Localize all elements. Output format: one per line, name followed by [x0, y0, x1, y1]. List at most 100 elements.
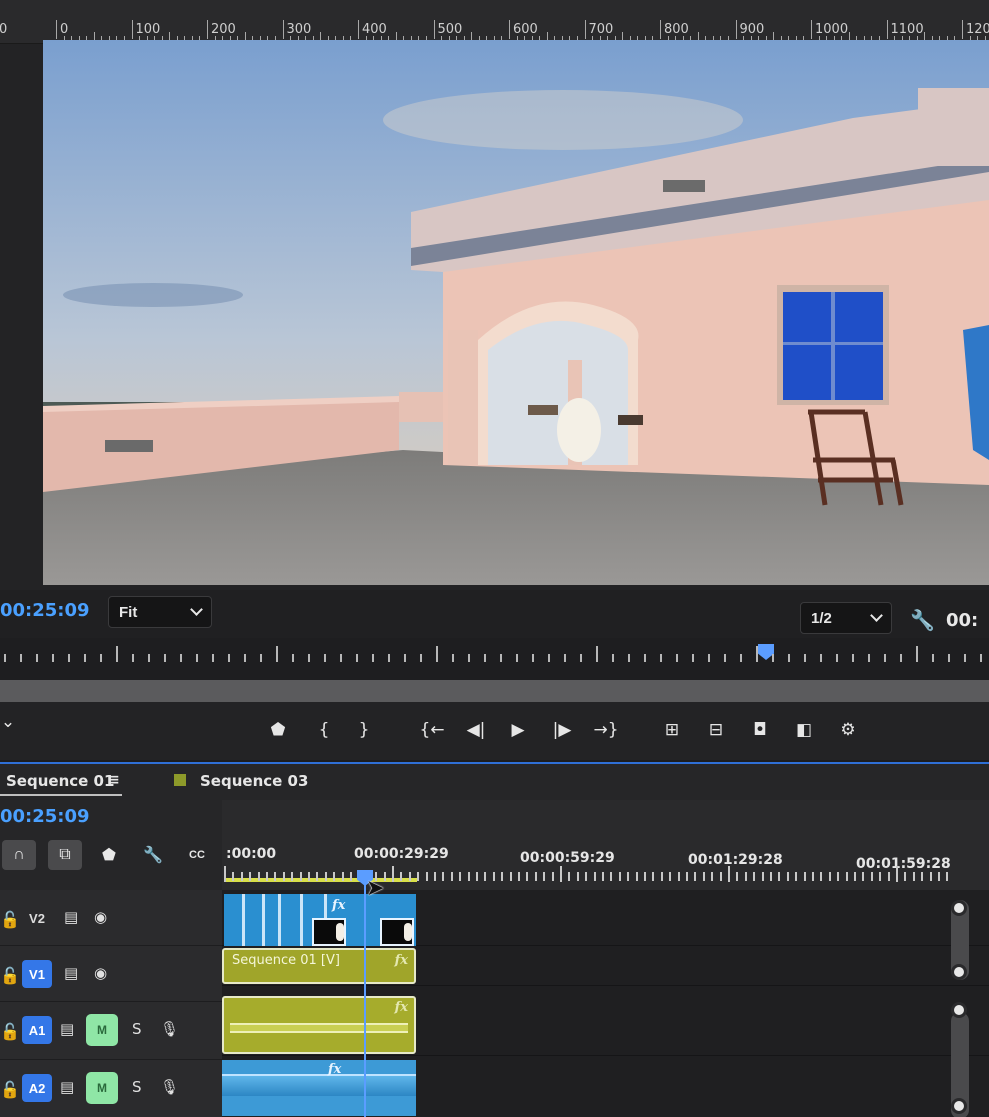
- settings-icon[interactable]: ⚙: [834, 716, 862, 744]
- lock-icon[interactable]: 🔓: [0, 1022, 20, 1042]
- zoom-level-select[interactable]: Fit: [108, 596, 212, 628]
- time-tick: [84, 654, 86, 662]
- captions-icon[interactable]: CC: [180, 840, 214, 870]
- clip-v2[interactable]: fx: [224, 894, 416, 946]
- film-icon[interactable]: ▤: [64, 964, 78, 982]
- play-icon[interactable]: ▶: [504, 716, 532, 744]
- track-target-a2[interactable]: A2: [22, 1074, 52, 1102]
- ruler-tick: [848, 32, 850, 40]
- video-scene-image: [43, 40, 989, 585]
- compare-icon[interactable]: ◧: [790, 716, 818, 744]
- timeline-tick: [803, 872, 806, 881]
- scroll-handle[interactable]: [951, 964, 967, 980]
- lock-icon[interactable]: 🔓: [0, 910, 20, 930]
- add-marker-icon[interactable]: ⬟: [92, 840, 126, 870]
- eye-icon[interactable]: ◉: [94, 908, 107, 926]
- marker-icon[interactable]: ⬟: [264, 716, 292, 744]
- lane-a1[interactable]: fx: [222, 994, 989, 1056]
- eye-icon[interactable]: ◉: [94, 964, 107, 982]
- time-tick: [980, 654, 982, 662]
- time-tick: [660, 654, 662, 662]
- time-tick: [676, 654, 678, 662]
- playback-resolution-select[interactable]: 1/2: [800, 602, 892, 634]
- export-frame-icon[interactable]: ◘: [746, 716, 774, 744]
- work-area-bar[interactable]: [224, 878, 417, 882]
- go-to-in-icon[interactable]: {←: [418, 716, 446, 744]
- time-tick: [452, 654, 454, 662]
- track-target-v2[interactable]: V2: [22, 904, 52, 932]
- film-icon[interactable]: ▤: [60, 1078, 74, 1096]
- time-tick: [708, 654, 710, 662]
- panel-menu-icon[interactable]: ≡: [108, 772, 120, 788]
- mark-in-icon[interactable]: {: [310, 716, 338, 744]
- lane-a2[interactable]: fx: [222, 1058, 989, 1117]
- clip-a2-audio[interactable]: fx: [222, 1060, 416, 1116]
- ruler-tick: [395, 32, 397, 40]
- clip-a1-audio[interactable]: fx: [222, 996, 416, 1054]
- timeline-tick: [820, 872, 823, 881]
- wrench-icon[interactable]: 🔧: [136, 840, 170, 870]
- time-tick: [116, 646, 118, 662]
- mic-icon[interactable]: 🎙: [160, 1078, 179, 1096]
- ruler-label: 1100: [886, 20, 924, 39]
- timeline-tick: [702, 872, 705, 881]
- track-header-a2: 🔓 A2 ▤ M S 🎙: [0, 1060, 222, 1117]
- time-tick: [964, 654, 966, 662]
- mute-button-a1[interactable]: M: [86, 1014, 118, 1046]
- ruler-tick: [546, 32, 548, 40]
- timeline-tick: [400, 872, 403, 881]
- timeline-tick: [610, 872, 613, 881]
- solo-button-a2[interactable]: S: [132, 1078, 142, 1096]
- track-target-v1[interactable]: V1: [22, 960, 52, 988]
- timeline-tick: [761, 872, 764, 881]
- track-target-a1[interactable]: A1: [22, 1016, 52, 1044]
- clip-v1-nested-sequence[interactable]: Sequence 01 [V] fx: [222, 948, 416, 984]
- track-area[interactable]: fx Sequence 01 [V] fx fx fx: [222, 890, 989, 1117]
- playhead-timecode[interactable]: 00:25:09: [0, 600, 90, 621]
- chevron-down-icon[interactable]: ⌄: [0, 708, 22, 736]
- timeline-tick: [459, 872, 462, 881]
- timeline-tick: [719, 872, 722, 881]
- timeline-tick: [837, 872, 840, 881]
- mark-out-icon[interactable]: }: [350, 716, 378, 744]
- lock-icon[interactable]: 🔓: [0, 966, 20, 986]
- linked-selection-icon[interactable]: ⧉: [48, 840, 82, 870]
- time-tick: [324, 654, 326, 662]
- mute-button-a2[interactable]: M: [86, 1072, 118, 1104]
- monitor-zoom-scrollbar[interactable]: [0, 680, 989, 702]
- scroll-handle[interactable]: [951, 1098, 967, 1114]
- monitor-time-ruler[interactable]: [0, 638, 989, 682]
- mic-icon[interactable]: 🎙: [160, 1020, 179, 1038]
- timeline-tick: [854, 872, 856, 881]
- film-icon[interactable]: ▤: [64, 908, 78, 926]
- snap-icon[interactable]: ∩: [2, 840, 36, 870]
- timeline-tick: [417, 872, 420, 881]
- timeline-playhead-line[interactable]: [364, 885, 366, 1117]
- step-forward-icon[interactable]: |▶: [548, 716, 576, 744]
- timeline-time-ruler[interactable]: :00:00 00:00:29:29 00:00:59:29 00:01:29:…: [222, 800, 989, 890]
- time-tick: [804, 654, 806, 662]
- step-back-icon[interactable]: ◀|: [462, 716, 490, 744]
- time-tick: [788, 654, 790, 662]
- sequence-color-swatch: [174, 774, 186, 786]
- timeline-tick: [669, 872, 672, 881]
- scroll-handle[interactable]: [951, 900, 967, 916]
- extract-icon[interactable]: ⊟: [702, 716, 730, 744]
- lane-v1[interactable]: Sequence 01 [V] fx: [222, 946, 989, 986]
- timeline-tick: [694, 872, 697, 881]
- tab-sequence-03[interactable]: Sequence 03: [200, 772, 308, 790]
- timeline-timecode[interactable]: 00:25:09: [0, 806, 90, 827]
- wrench-icon[interactable]: 🔧: [910, 608, 935, 633]
- lock-icon[interactable]: 🔓: [0, 1080, 20, 1100]
- tab-sequence-01[interactable]: Sequence 01: [6, 772, 114, 790]
- go-to-out-icon[interactable]: →}: [592, 716, 620, 744]
- timeline-tick: [786, 872, 789, 881]
- time-tick: [548, 654, 550, 662]
- timeline-tick: [333, 872, 336, 881]
- time-tick: [900, 654, 902, 662]
- scroll-handle[interactable]: [951, 1002, 967, 1018]
- lane-v2[interactable]: fx: [222, 890, 989, 946]
- film-icon[interactable]: ▤: [60, 1020, 74, 1038]
- lift-icon[interactable]: ⊞: [658, 716, 686, 744]
- solo-button-a1[interactable]: S: [132, 1020, 142, 1038]
